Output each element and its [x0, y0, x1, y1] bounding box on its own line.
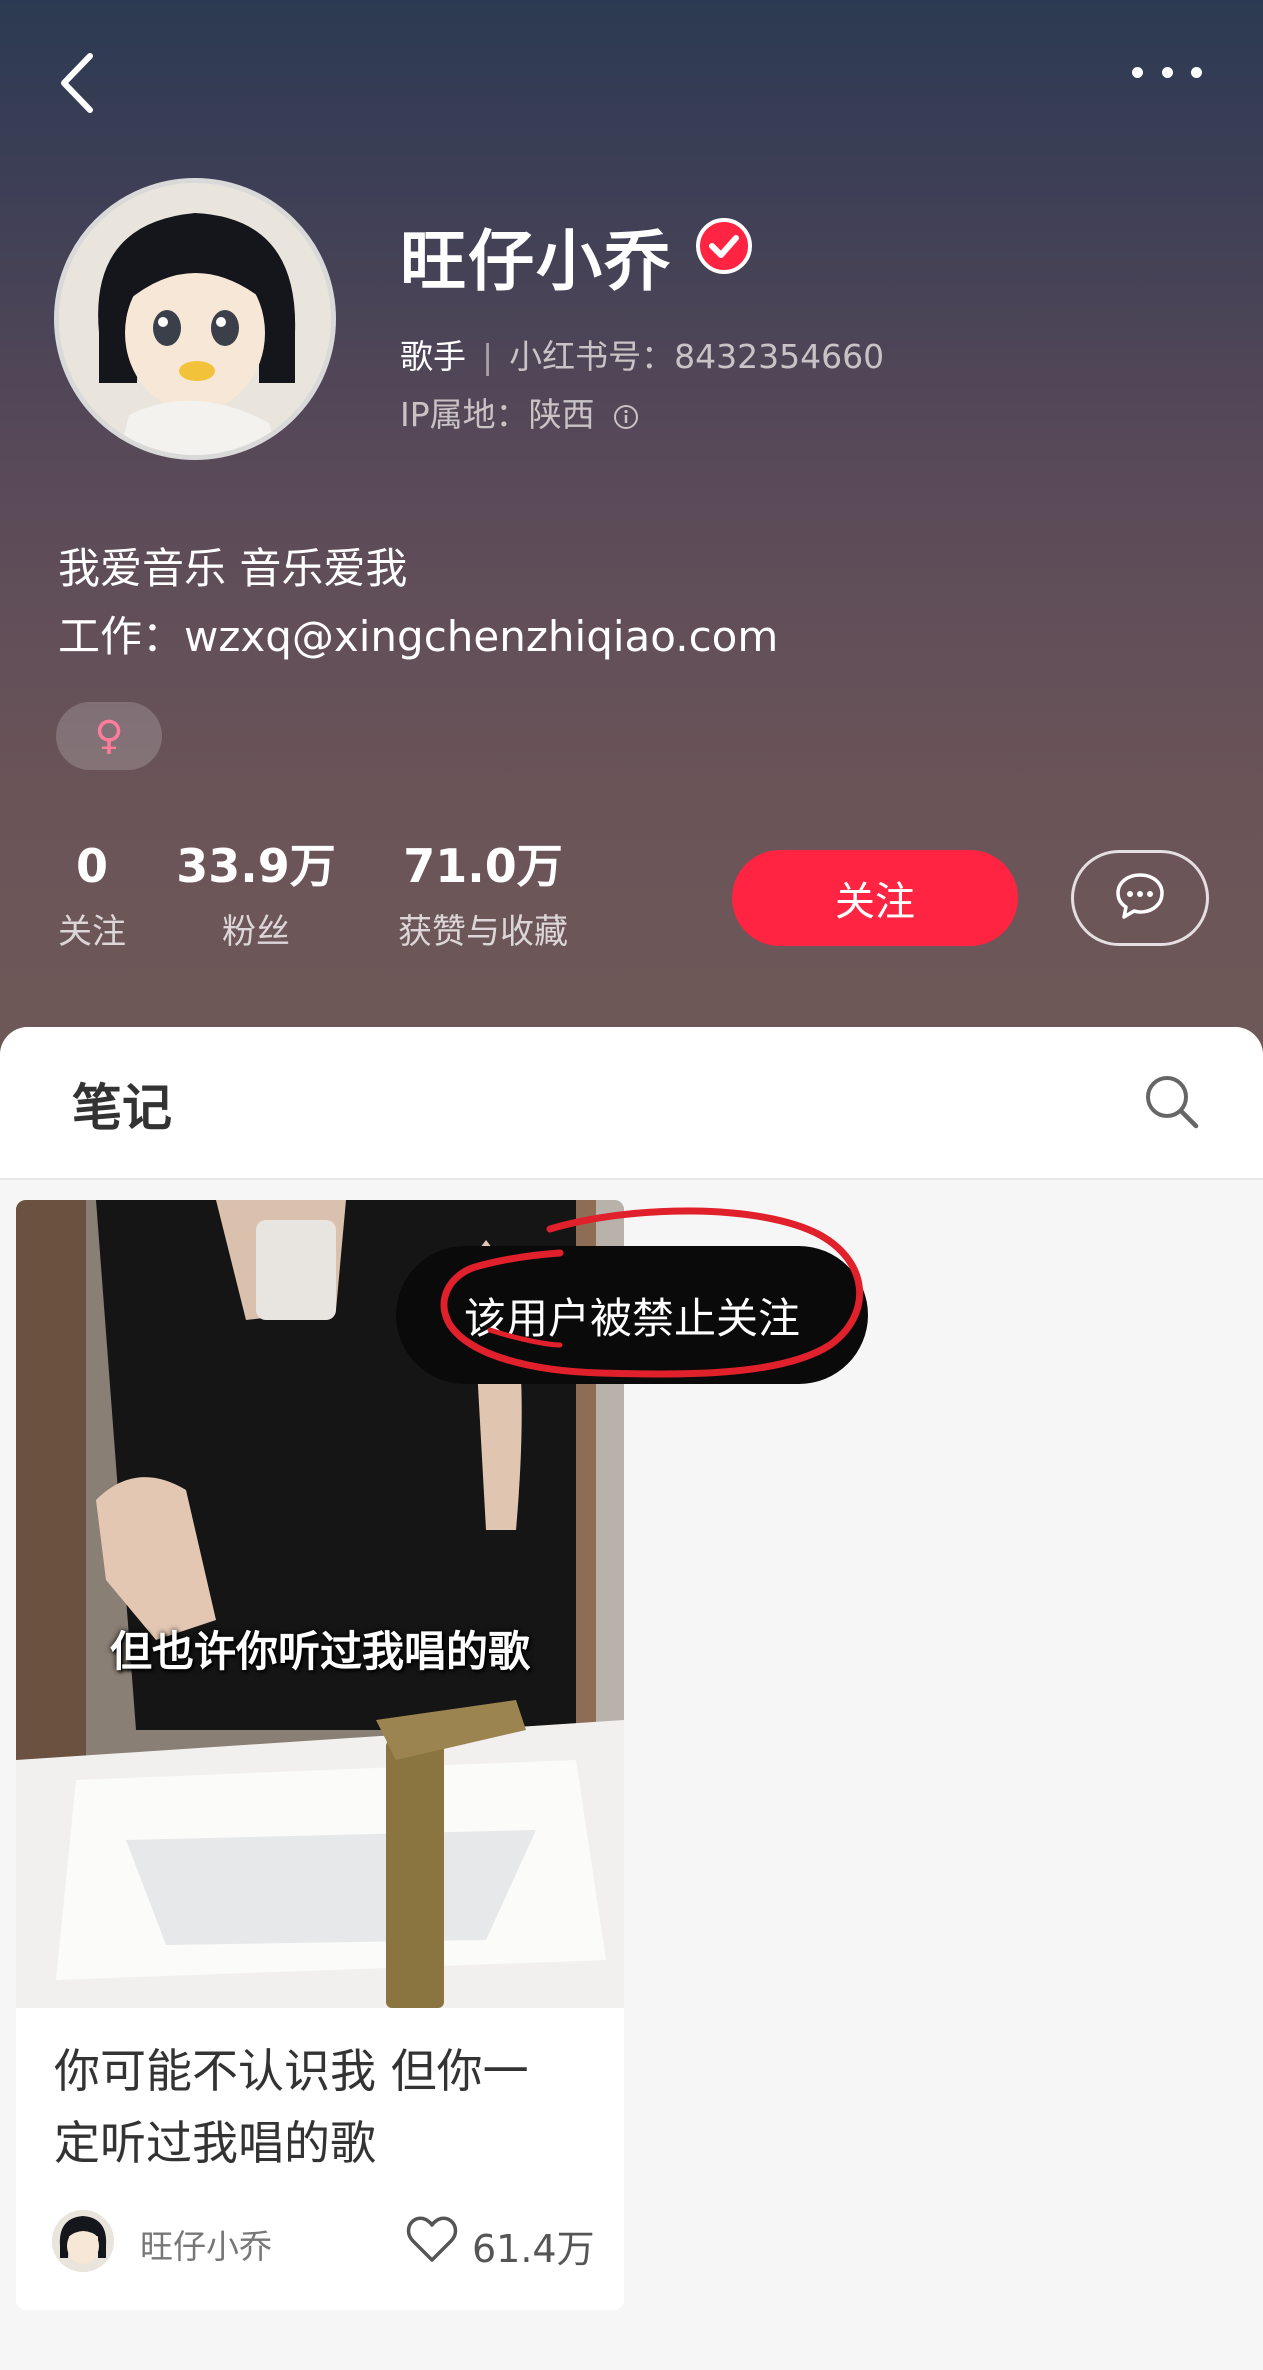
- more-dots-icon[interactable]: [1132, 62, 1202, 82]
- note-title-line: 你可能不认识我 但你一: [54, 2044, 529, 2098]
- ip-location: IP属地：陕西: [400, 388, 639, 436]
- bio-contact: 工作：wzxq@xingchenzhiqiao.com: [58, 612, 779, 661]
- heart-icon[interactable]: [406, 2216, 458, 2264]
- divider: |: [482, 337, 494, 376]
- stat-value: 0: [75, 839, 108, 893]
- search-icon[interactable]: [1142, 1072, 1202, 1132]
- note-author-name[interactable]: 旺仔小乔: [140, 2220, 272, 2268]
- stat-label: 获赞与收藏: [398, 912, 568, 952]
- chat-bubble-icon: [1114, 871, 1166, 925]
- stat-likes-saves[interactable]: 71.0万 获赞与收藏: [378, 840, 588, 953]
- back-arrow-icon[interactable]: [56, 48, 106, 118]
- profile-name: 旺仔小乔: [400, 223, 672, 300]
- role-label: 歌手: [400, 337, 466, 376]
- follow-button[interactable]: 关注: [732, 850, 1018, 946]
- note-image-caption: 但也许你听过我唱的歌: [109, 1627, 530, 1676]
- stat-followers[interactable]: 33.9万 粉丝: [176, 840, 336, 953]
- account-id: 小红书号：8432354660: [509, 337, 885, 376]
- tab-notes[interactable]: 笔记: [72, 1068, 172, 1140]
- stat-value: 33.9万: [176, 839, 336, 893]
- toast-message: 该用户被禁止关注: [396, 1246, 868, 1384]
- bio-line: 我爱音乐 音乐爱我: [58, 544, 408, 593]
- like-count: 61.4万: [472, 2227, 595, 2271]
- female-icon: ♀: [56, 702, 162, 770]
- message-button[interactable]: [1071, 850, 1209, 946]
- avatar[interactable]: [54, 178, 336, 460]
- stat-label: 关注: [58, 912, 126, 952]
- stat-label: 粉丝: [222, 912, 290, 952]
- author-avatar[interactable]: [52, 2210, 114, 2272]
- stat-following[interactable]: 0 关注: [42, 840, 142, 953]
- profile-meta: 歌手 | 小红书号：8432354660: [400, 330, 884, 378]
- note-title[interactable]: 你可能不认识我 但你一 定听过我唱的歌: [54, 2035, 614, 2179]
- tab-bar: [0, 1027, 1263, 1180]
- info-icon[interactable]: [613, 399, 639, 429]
- note-title-line: 定听过我唱的歌: [54, 2116, 376, 2170]
- verified-check-icon: [696, 218, 752, 274]
- ip-text: IP属地：陕西: [400, 395, 595, 434]
- stat-value: 71.0万: [403, 839, 563, 893]
